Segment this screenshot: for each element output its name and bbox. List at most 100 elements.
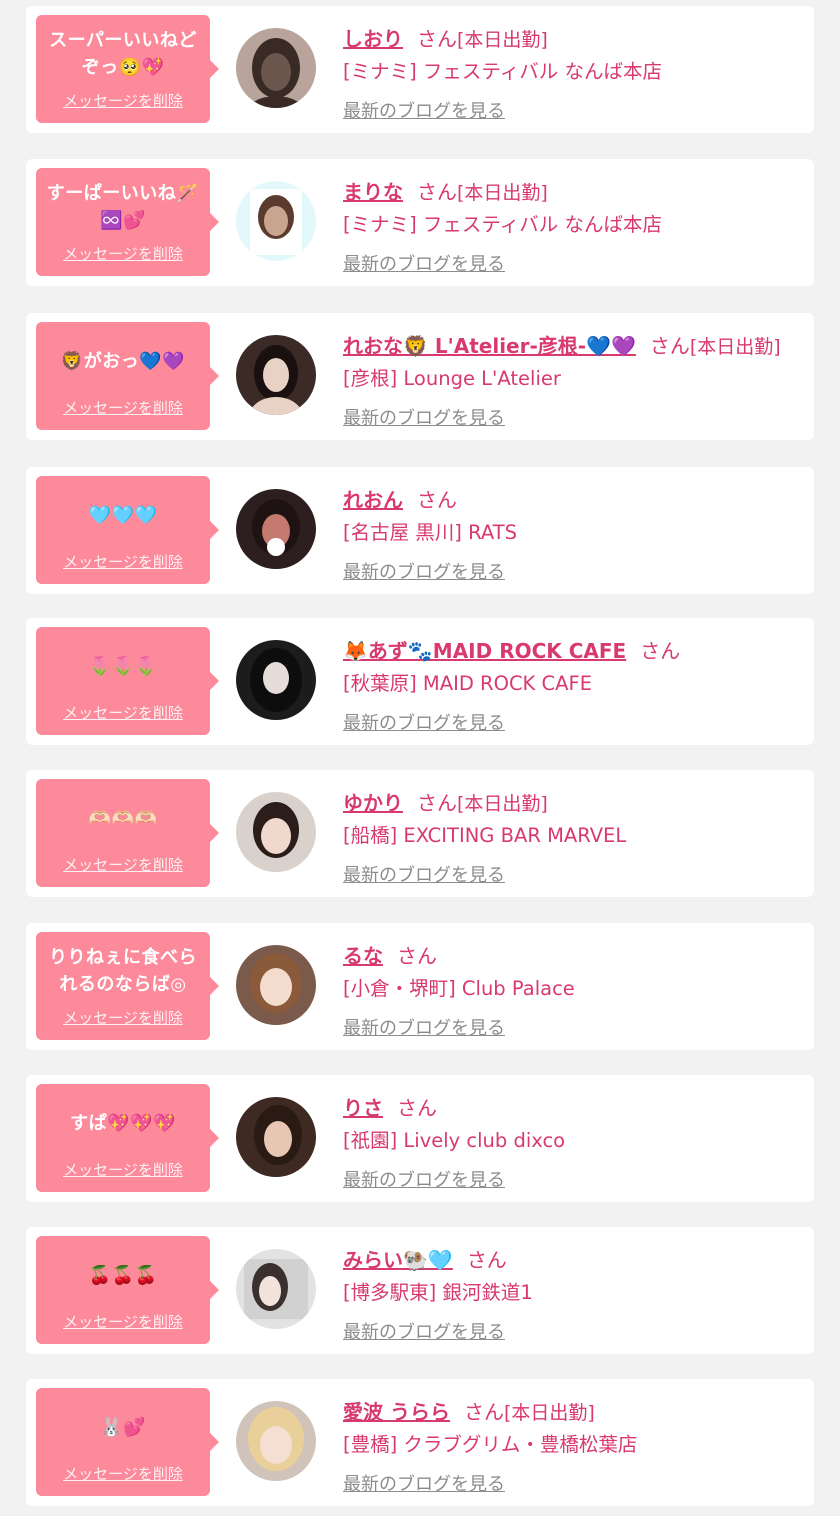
- delete-message-link[interactable]: メッセージを削除: [36, 243, 210, 264]
- message-bubble: 🦁がおっ💙💜 メッセージを削除: [36, 322, 219, 430]
- avatar[interactable]: [236, 489, 316, 569]
- san-suffix: さん: [463, 1400, 504, 1424]
- blog-link[interactable]: 最新のブログを見る: [343, 1169, 505, 1193]
- today-badge: [本日出勤]: [457, 182, 548, 204]
- message-bubble: 🩵🩵🩵 メッセージを削除: [36, 476, 219, 584]
- avatar-image: [236, 1249, 316, 1329]
- san-suffix: さん: [417, 180, 457, 204]
- message-bubble: 🐰💕 メッセージを削除: [36, 1388, 219, 1496]
- avatar[interactable]: [236, 1249, 316, 1329]
- avatar-face: [261, 53, 291, 91]
- blog-link[interactable]: 最新のブログを見る: [343, 1321, 505, 1345]
- shop-name: [彦根] Lounge L'Atelier: [343, 367, 561, 390]
- name-link[interactable]: りさ: [343, 1096, 383, 1120]
- avatar-face: [260, 1426, 292, 1464]
- avatar[interactable]: [236, 181, 316, 261]
- delete-message-link[interactable]: メッセージを削除: [36, 90, 210, 111]
- message-bubble: すぱ💖💖💖 メッセージを削除: [36, 1084, 219, 1192]
- delete-message-link[interactable]: メッセージを削除: [36, 1311, 210, 1332]
- avatar[interactable]: [236, 1097, 316, 1177]
- name-line: しおり さん[本日出勤]: [343, 24, 804, 54]
- blog-link[interactable]: 最新のブログを見る: [343, 100, 505, 124]
- shop-name: [名古屋 黒川] RATS: [343, 521, 517, 544]
- blog-link[interactable]: 最新のブログを見る: [343, 1017, 505, 1041]
- san-suffix: さん: [640, 639, 681, 663]
- delete-message-link[interactable]: メッセージを削除: [36, 854, 210, 875]
- name-line: 愛波 うらら さん[本日出勤]: [343, 1397, 804, 1427]
- avatar-image: [236, 335, 316, 415]
- blog-link[interactable]: 最新のブログを見る: [343, 1473, 505, 1497]
- message-text: 🩵🩵🩵: [88, 504, 158, 526]
- card-info: 愛波 うらら さん[本日出勤] [豊橋] クラブグリム・豊橋松葉店 最新のブログを…: [343, 1387, 804, 1497]
- card-info: 🦊あず🐾MAID ROCK CAFE さん [秋葉原] MAID ROCK CAF…: [343, 626, 804, 736]
- blog-link[interactable]: 最新のブログを見る: [343, 253, 505, 277]
- name-link[interactable]: 🦊あず🐾MAID ROCK CAFE: [343, 639, 626, 663]
- shop-name: [船橋] EXCITING BAR MARVEL: [343, 824, 627, 847]
- blog-link[interactable]: 最新のブログを見る: [343, 407, 505, 431]
- name-link[interactable]: しおり: [343, 27, 403, 51]
- avatar[interactable]: [236, 28, 316, 108]
- message-card: 🌷🌷🌷 メッセージを削除 🦊あず🐾MAID ROCK CAFE さん [秋葉原] …: [26, 618, 814, 745]
- shop-name: [小倉・堺町] Club Palace: [343, 977, 575, 1000]
- delete-message-link[interactable]: メッセージを削除: [36, 1007, 210, 1028]
- card-info: りさ さん [祇園] Lively club dixco 最新のブログを見る: [343, 1083, 804, 1193]
- card-info: れおな🦁 L'Atelier-彦根-💙💜 さん[本日出勤] [彦根] Lounge…: [343, 321, 804, 431]
- name-link[interactable]: るな: [343, 944, 383, 968]
- avatar-image: [236, 181, 316, 261]
- avatar-face: [264, 206, 288, 236]
- avatar-image: [236, 489, 316, 569]
- san-suffix: さん: [649, 334, 690, 358]
- avatar-face: [260, 968, 292, 1006]
- message-bubble: すーぱーいいね🪄 ♾️💕 メッセージを削除: [36, 168, 219, 276]
- avatar-image: [236, 792, 316, 872]
- name-link[interactable]: ゆかり: [343, 791, 403, 815]
- card-info: みらい🐏🩵 さん [博多駅東] 銀河鉄道1 最新のブログを見る: [343, 1235, 804, 1345]
- shop-name: [秋葉原] MAID ROCK CAFE: [343, 672, 593, 695]
- message-text: 🫶🏻🫶🏻🫶🏻: [88, 807, 158, 829]
- today-badge: [本日出勤]: [503, 1402, 595, 1424]
- san-suffix: さん: [417, 791, 457, 815]
- message-card: 🦁がおっ💙💜 メッセージを削除 れおな🦁 L'Atelier-彦根-💙💜 さん[本…: [26, 313, 814, 440]
- avatar[interactable]: [236, 1401, 316, 1481]
- name-link[interactable]: 愛波 うらら: [343, 1400, 450, 1424]
- message-text: 🌷🌷🌷: [88, 655, 158, 677]
- avatar-face: [259, 1276, 281, 1306]
- avatar[interactable]: [236, 792, 316, 872]
- name-link[interactable]: れおん: [343, 488, 403, 512]
- avatar[interactable]: [236, 640, 316, 720]
- message-text: すぱ💖💖💖: [70, 1112, 176, 1134]
- avatar-face: [261, 818, 291, 854]
- delete-message-link[interactable]: メッセージを削除: [36, 551, 210, 572]
- blog-link[interactable]: 最新のブログを見る: [343, 864, 505, 888]
- shop-name: [ミナミ] フェスティバル なんば本店: [343, 60, 662, 83]
- name-line: るな さん: [343, 941, 804, 971]
- name-line: まりな さん[本日出勤]: [343, 177, 804, 207]
- today-badge: [本日出勤]: [457, 793, 548, 815]
- delete-message-link[interactable]: メッセージを削除: [36, 397, 210, 418]
- san-suffix: さん: [417, 488, 457, 512]
- avatar[interactable]: [236, 945, 316, 1025]
- card-info: ゆかり さん[本日出勤] [船橋] EXCITING BAR MARVEL 最新の…: [343, 778, 804, 888]
- message-bubble: りりねぇに食べら れるのならば◎ メッセージを削除: [36, 932, 219, 1040]
- message-text: りりねぇに食べら れるのならば◎: [49, 947, 197, 995]
- message-bubble: 🌷🌷🌷 メッセージを削除: [36, 627, 219, 735]
- message-card: 🐰💕 メッセージを削除 愛波 うらら さん[本日出勤] [豊橋] クラブグリム・豊…: [26, 1379, 814, 1506]
- today-badge: [本日出勤]: [689, 336, 781, 358]
- delete-message-link[interactable]: メッセージを削除: [36, 1159, 210, 1180]
- avatar-heart-sticker: [267, 538, 285, 556]
- blog-link[interactable]: 最新のブログを見る: [343, 561, 505, 585]
- name-link[interactable]: みらい🐏🩵: [343, 1248, 453, 1272]
- delete-message-link[interactable]: メッセージを削除: [36, 702, 210, 723]
- name-link[interactable]: れおな🦁 L'Atelier-彦根-💙💜: [343, 334, 636, 358]
- san-suffix: さん: [397, 1096, 437, 1120]
- avatar-image: [236, 28, 316, 108]
- avatar[interactable]: [236, 335, 316, 415]
- avatar-image: [236, 640, 316, 720]
- message-card: すーぱーいいね🪄 ♾️💕 メッセージを削除 まりな さん[本日出勤] [ミナミ] …: [26, 159, 814, 286]
- delete-message-link[interactable]: メッセージを削除: [36, 1463, 210, 1484]
- message-bubble: 🫶🏻🫶🏻🫶🏻 メッセージを削除: [36, 779, 219, 887]
- message-bubble: スーパーいいねど ぞっ🥺💖 メッセージを削除: [36, 15, 219, 123]
- name-link[interactable]: まりな: [343, 180, 403, 204]
- shop-name: [豊橋] クラブグリム・豊橋松葉店: [343, 1433, 638, 1456]
- blog-link[interactable]: 最新のブログを見る: [343, 712, 505, 736]
